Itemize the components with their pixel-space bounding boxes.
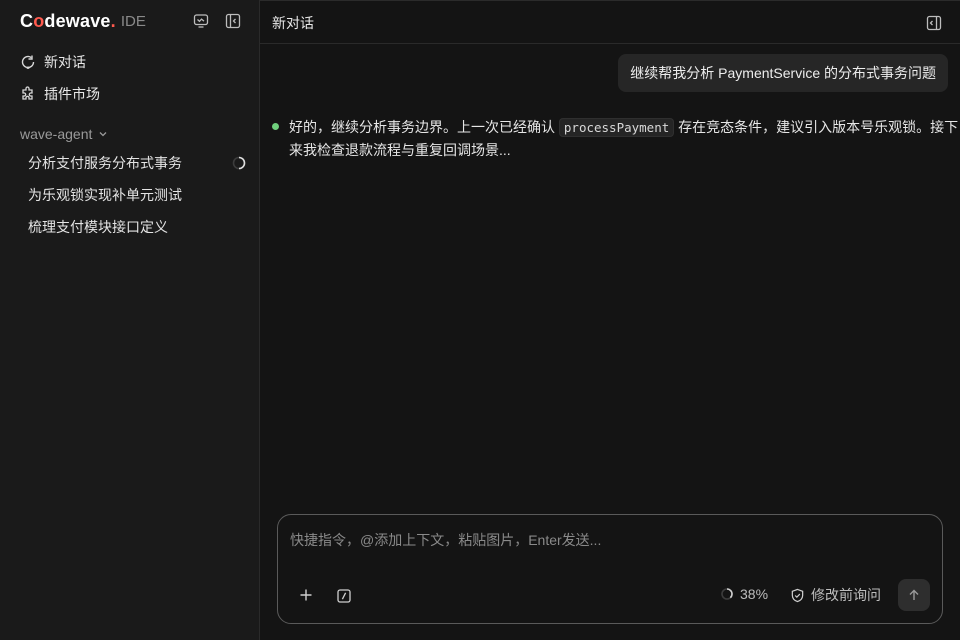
toggle-panel-button[interactable]	[924, 13, 944, 33]
context-usage-indicator: 38%	[720, 586, 768, 602]
monitor-button[interactable]	[191, 11, 211, 31]
user-message-text: 继续帮我分析 PaymentService 的分布式事务问题	[630, 65, 936, 81]
composer: 38% 修改前询问	[277, 514, 943, 624]
add-attachment-button[interactable]	[296, 585, 316, 605]
session-item-active[interactable]: 分析支付服务分布式事务	[28, 152, 246, 174]
chevron-down-icon	[99, 132, 107, 137]
sidebar-item-plugin-market[interactable]: 插件市场	[20, 83, 100, 105]
context-usage-label: 38%	[740, 586, 769, 602]
sidebar-item-label: 插件市场	[44, 87, 100, 103]
session-item[interactable]: 梳理支付模块接口定义	[28, 216, 246, 238]
slash-command-icon	[337, 589, 351, 603]
sidebar-top-actions	[191, 11, 243, 31]
sidebar-item-label: 新对话	[44, 55, 86, 71]
session-item[interactable]: 为乐观锁实现补单元测试	[28, 184, 246, 206]
workspace-group-toggle[interactable]: wave-agent	[20, 124, 108, 144]
approval-mode-toggle[interactable]: 修改前询问	[790, 585, 881, 605]
status-dot	[272, 123, 279, 130]
prompt-input[interactable]	[290, 529, 910, 551]
puzzle-icon	[22, 86, 33, 100]
approval-mode-label: 修改前询问	[811, 588, 881, 604]
send-button[interactable]	[898, 579, 930, 611]
workspace-group-label: wave-agent	[20, 126, 93, 142]
page-title: 新对话	[272, 16, 314, 32]
monitor-chat-icon	[193, 14, 209, 28]
logo-wordmark: Codewave.	[20, 10, 116, 31]
chat-header: 新对话	[260, 0, 960, 44]
sidebar-item-new-chat[interactable]: 新对话	[20, 51, 86, 73]
assistant-message-text: 好的，继续分析事务边界。上一次已经确认 processPayment 存在竞态条…	[289, 118, 959, 158]
session-title: 分析支付服务分布式事务	[28, 156, 182, 172]
session-title: 梳理支付模块接口定义	[28, 220, 168, 236]
panel-collapse-icon	[926, 15, 942, 31]
chat-panel: 新对话 继续帮我分析 PaymentService 的分布式事务问题 好的，继续…	[260, 0, 960, 640]
slash-command-button[interactable]	[334, 586, 354, 606]
new-chat-icon	[21, 55, 35, 69]
logo-suffix: IDE	[120, 12, 146, 30]
collapse-sidebar-button[interactable]	[223, 11, 243, 31]
user-message: 继续帮我分析 PaymentService 的分布式事务问题	[618, 54, 948, 92]
app-window: Codewave. IDE 新对话 插件市场 wave-agent 分析支付服务…	[0, 0, 960, 640]
loading-spinner-icon	[232, 156, 246, 170]
shield-check-icon	[791, 588, 804, 602]
session-title: 为乐观锁实现补单元测试	[28, 188, 182, 204]
logo: Codewave. IDE	[20, 10, 146, 32]
progress-ring-icon	[721, 588, 733, 600]
assistant-message: 好的，继续分析事务边界。上一次已经确认 processPayment 存在竞态条…	[272, 116, 960, 162]
sidebar: Codewave. IDE 新对话 插件市场 wave-agent 分析支付服务…	[0, 0, 260, 640]
plus-icon	[300, 589, 312, 601]
sidebar-collapse-icon	[225, 13, 241, 29]
arrow-up-icon	[909, 589, 919, 600]
inline-code: processPayment	[558, 118, 675, 137]
